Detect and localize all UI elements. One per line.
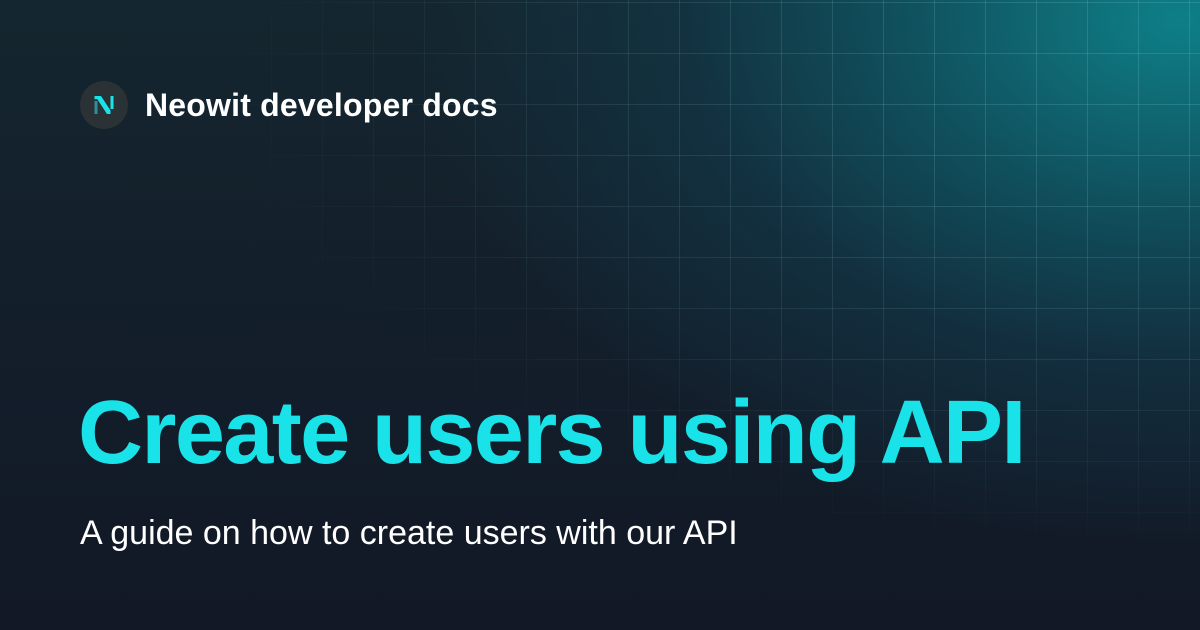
site-name: Neowit developer docs [145, 87, 498, 123]
page-subtitle: A guide on how to create users with our … [80, 514, 738, 552]
logo-mark [94, 96, 114, 114]
page-title: Create users using API [78, 383, 1026, 483]
brand-header: Neowit developer docs [80, 81, 498, 129]
neowit-logo-icon [80, 81, 128, 129]
docs-social-card: Neowit developer docs Create users using… [0, 0, 1200, 630]
